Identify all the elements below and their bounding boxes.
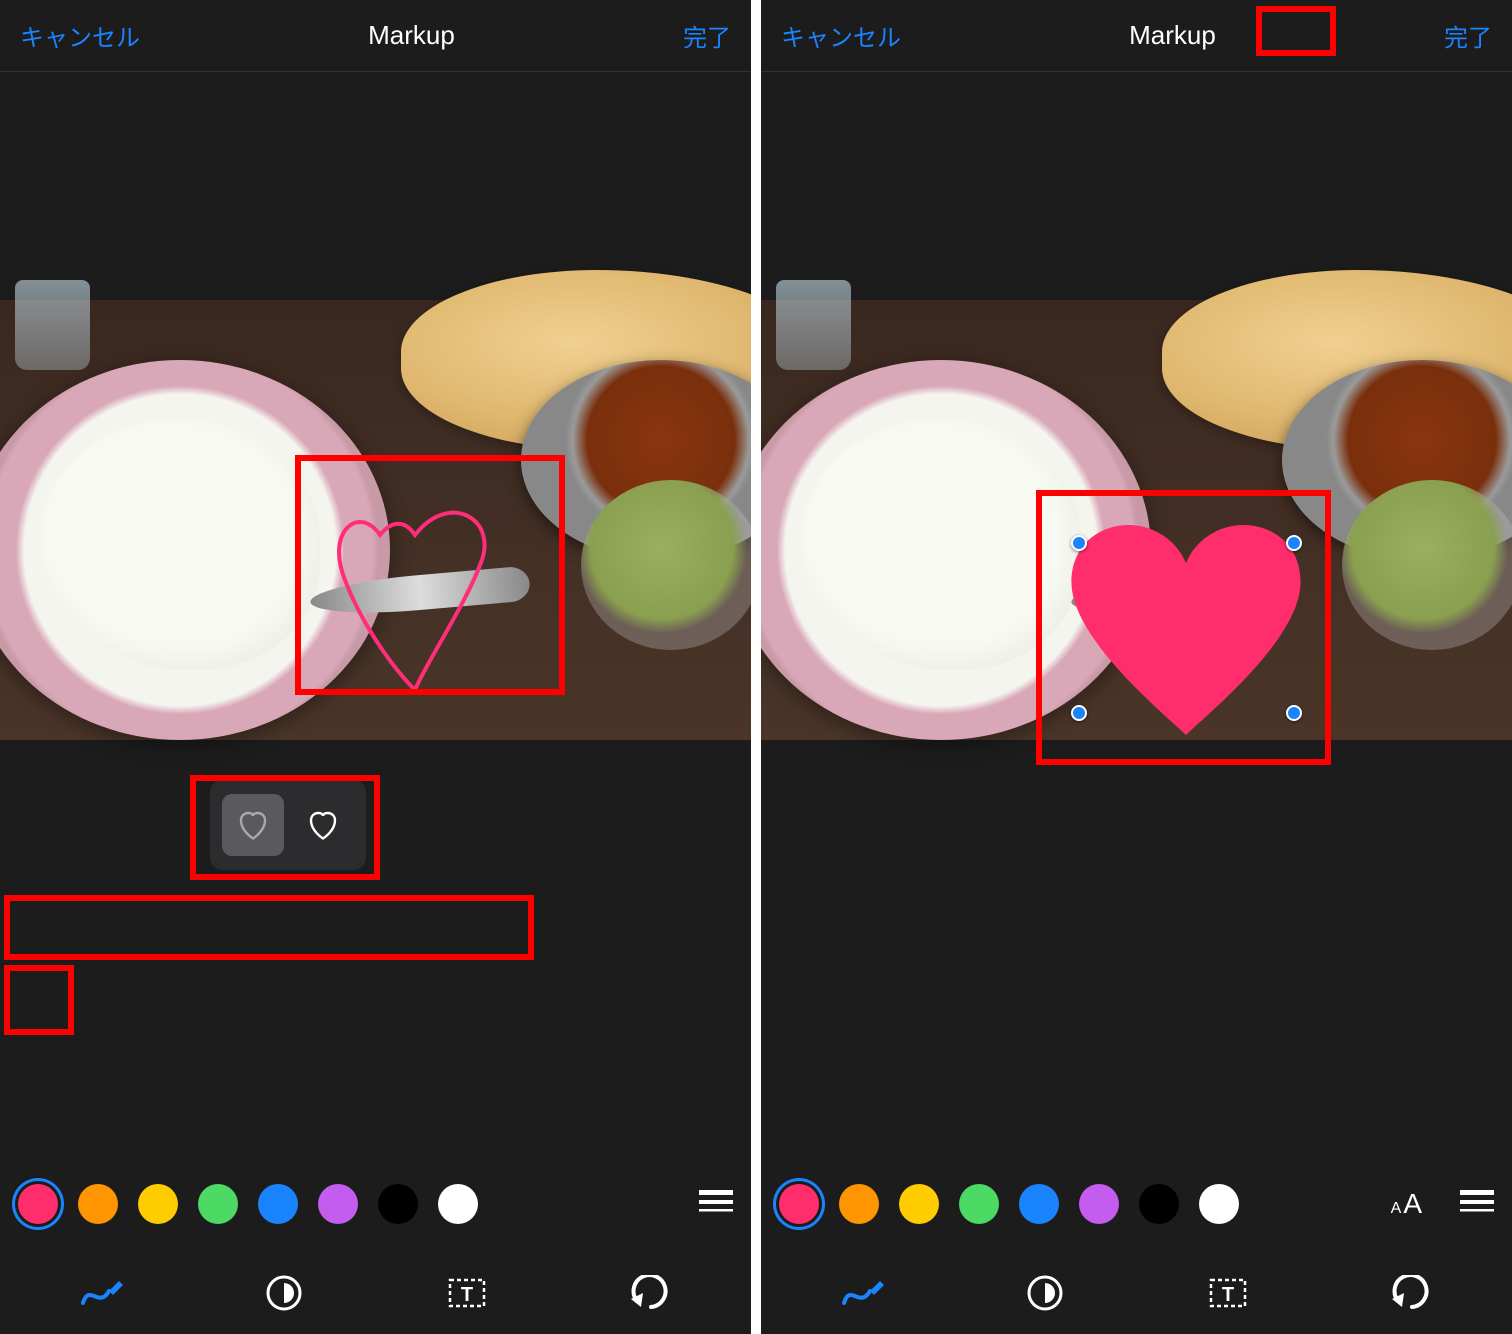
undo-button[interactable]	[625, 1268, 675, 1318]
color-white[interactable]	[1199, 1184, 1239, 1224]
tool-bar: T	[0, 1252, 751, 1334]
undo-icon	[1390, 1275, 1432, 1311]
header-bar: キャンセル Markup 完了	[0, 0, 751, 72]
text-size-large: A	[1403, 1188, 1422, 1220]
shape-option-sketch[interactable]	[222, 794, 284, 856]
color-palette: A A	[761, 1174, 1512, 1234]
color-pink[interactable]	[18, 1184, 58, 1224]
screen-right: キャンセル Markup 完了	[761, 0, 1512, 1334]
selection-handle-tr[interactable]	[1286, 535, 1302, 551]
heart-shape[interactable]	[1071, 525, 1301, 735]
magnify-tool[interactable]	[1020, 1268, 1070, 1318]
color-green[interactable]	[959, 1184, 999, 1224]
food-rice	[40, 420, 320, 670]
heart-icon	[305, 807, 341, 843]
text-icon: T	[1208, 1275, 1248, 1311]
food-glass	[15, 280, 90, 370]
draw-icon	[840, 1273, 884, 1313]
text-size-small: A	[1391, 1200, 1402, 1218]
done-button[interactable]: 完了	[683, 18, 731, 53]
text-tool[interactable]: T	[442, 1268, 492, 1318]
color-palette	[0, 1174, 751, 1234]
color-white[interactable]	[438, 1184, 478, 1224]
shape-suggestion-popover	[210, 780, 366, 870]
color-blue[interactable]	[1019, 1184, 1059, 1224]
food-rice	[801, 420, 1081, 670]
magnify-icon	[1025, 1273, 1065, 1313]
photo	[0, 300, 751, 740]
heart-icon	[235, 807, 271, 843]
undo-button[interactable]	[1386, 1268, 1436, 1318]
color-purple[interactable]	[1079, 1184, 1119, 1224]
color-yellow[interactable]	[899, 1184, 939, 1224]
done-button[interactable]: 完了	[1444, 18, 1492, 53]
cancel-button[interactable]: キャンセル	[781, 18, 901, 53]
svg-text:T: T	[461, 1284, 473, 1306]
menu-icon	[1460, 1188, 1494, 1216]
header-bar: キャンセル Markup 完了	[761, 0, 1512, 72]
magnify-icon	[264, 1273, 304, 1313]
draw-tool[interactable]	[837, 1268, 887, 1318]
cancel-button[interactable]: キャンセル	[20, 18, 140, 53]
color-purple[interactable]	[318, 1184, 358, 1224]
food-salad	[1342, 480, 1512, 650]
shape-option-clean[interactable]	[292, 794, 354, 856]
svg-text:T: T	[1222, 1284, 1234, 1306]
color-orange[interactable]	[839, 1184, 879, 1224]
text-tool[interactable]: T	[1203, 1268, 1253, 1318]
selection-handle-bl[interactable]	[1071, 705, 1087, 721]
selection-handle-tl[interactable]	[1071, 535, 1087, 551]
color-blue[interactable]	[258, 1184, 298, 1224]
draw-icon	[79, 1273, 123, 1313]
selection-handle-br[interactable]	[1286, 705, 1302, 721]
page-title: Markup	[1129, 20, 1216, 51]
magnify-tool[interactable]	[259, 1268, 309, 1318]
food-salad	[581, 480, 751, 650]
drawn-heart-outline[interactable]	[320, 490, 520, 700]
color-green[interactable]	[198, 1184, 238, 1224]
draw-tool[interactable]	[76, 1268, 126, 1318]
tool-bar: T	[761, 1252, 1512, 1334]
color-orange[interactable]	[78, 1184, 118, 1224]
screen-left: キャンセル Markup 完了	[0, 0, 751, 1334]
canvas[interactable]	[0, 72, 751, 1334]
text-icon: T	[447, 1275, 487, 1311]
canvas[interactable]	[761, 72, 1512, 1334]
color-black[interactable]	[1139, 1184, 1179, 1224]
color-yellow[interactable]	[138, 1184, 178, 1224]
undo-icon	[629, 1275, 671, 1311]
food-glass	[776, 280, 851, 370]
menu-icon	[699, 1188, 733, 1216]
color-black[interactable]	[378, 1184, 418, 1224]
stroke-menu-button[interactable]	[1460, 1188, 1494, 1221]
stroke-menu-button[interactable]	[699, 1188, 733, 1221]
color-pink[interactable]	[779, 1184, 819, 1224]
page-title: Markup	[368, 20, 455, 51]
photo	[761, 300, 1512, 740]
text-size-button[interactable]: A A	[1391, 1188, 1422, 1220]
